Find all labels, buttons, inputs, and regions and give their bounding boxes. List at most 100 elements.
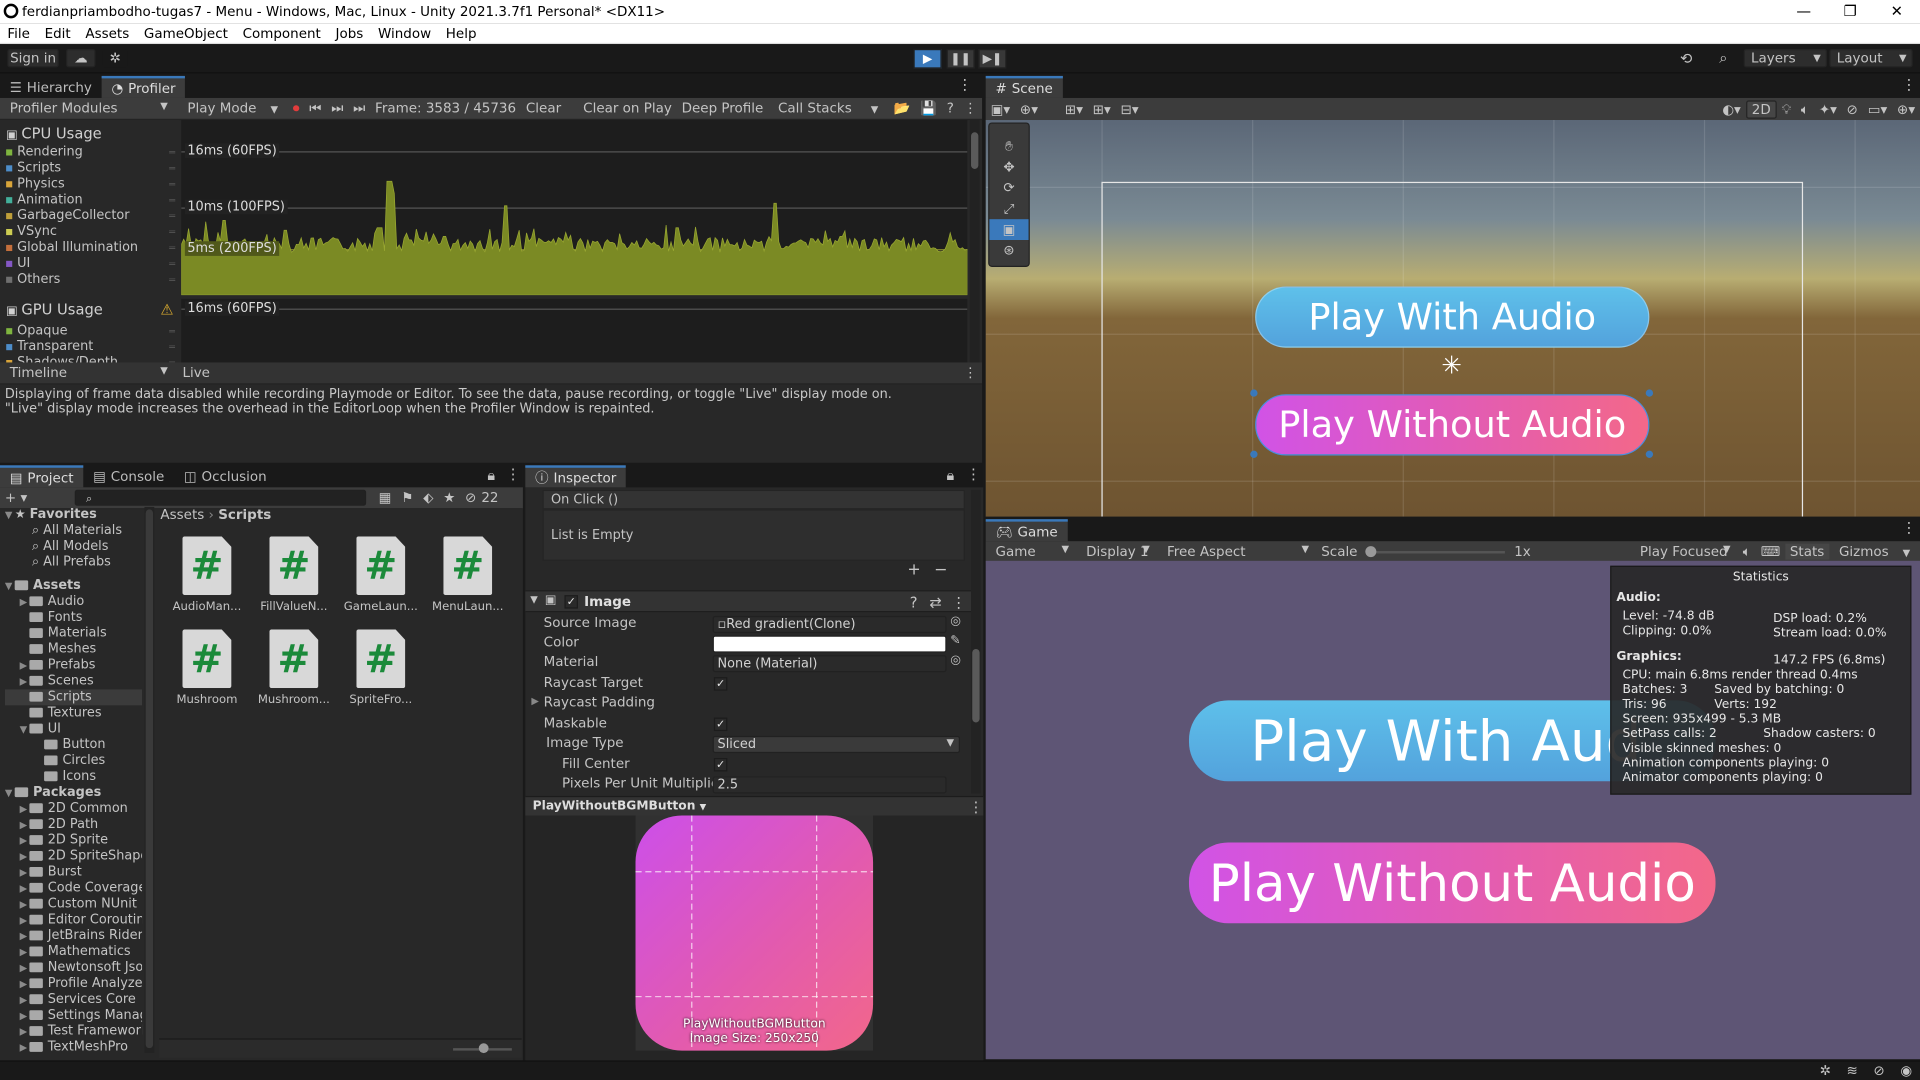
- help-icon[interactable]: ?: [910, 594, 918, 611]
- more-menu-icon[interactable]: ⋮: [1902, 519, 1917, 536]
- more-menu-icon[interactable]: ⋮: [506, 465, 521, 482]
- property-field[interactable]: Sliced: [712, 735, 961, 754]
- tree-package[interactable]: ▶ Mathematics: [5, 944, 142, 960]
- tree-folder-fonts[interactable]: Fonts: [5, 610, 142, 626]
- script-asset-icon[interactable]: #: [182, 536, 232, 596]
- color-picker-icon[interactable]: ✎: [950, 634, 960, 647]
- image-component-header[interactable]: ▼ ▣ ✓ Image ? ⇄ ⋮: [525, 590, 972, 613]
- remove-event-button[interactable]: −: [934, 561, 947, 579]
- tree-folder-circles[interactable]: Circles: [5, 753, 142, 769]
- play-button[interactable]: ▶: [913, 48, 942, 69]
- tree-package[interactable]: ▶ Burst: [5, 864, 142, 880]
- tree-folder-audio[interactable]: ▶ Audio: [5, 594, 142, 610]
- menu-file[interactable]: File: [0, 25, 37, 41]
- project-search-input[interactable]: ⌕: [75, 489, 367, 506]
- script-asset-icon[interactable]: #: [182, 629, 232, 689]
- scene-viewport[interactable]: ✋︎ ✥ ⟳ ⤢ ▣ ⊛ Play With Audio Play Withou…: [985, 120, 1920, 517]
- profiler-category[interactable]: Others ═: [6, 272, 175, 288]
- clear-button[interactable]: Clear: [521, 100, 566, 116]
- rect-handle[interactable]: [1250, 389, 1258, 397]
- property-checkbox[interactable]: ✓: [713, 757, 728, 772]
- scale-slider[interactable]: [1362, 544, 1509, 559]
- collab-icon[interactable]: ✲: [102, 48, 128, 68]
- menu-jobs[interactable]: Jobs: [328, 25, 370, 41]
- drag-handle-icon[interactable]: ═: [169, 224, 175, 240]
- tab-inspector[interactable]: ⓘ Inspector: [525, 465, 627, 488]
- game-view-dropdown[interactable]: Game ▼: [986, 544, 1077, 560]
- record-button[interactable]: ⏺: [288, 100, 305, 117]
- tree-package[interactable]: ▶ Profile Analyzer: [5, 976, 142, 992]
- expand-arrow-icon[interactable]: ▶: [20, 817, 30, 833]
- expand-arrow-icon[interactable]: ▶: [20, 1008, 30, 1024]
- play-focused-dropdown[interactable]: Play Focused ▼: [1630, 544, 1738, 560]
- script-asset-icon[interactable]: #: [356, 629, 406, 689]
- profiler-category[interactable]: Shadows/Depth ═: [6, 355, 175, 363]
- expand-arrow-icon[interactable]: ▶: [20, 1024, 30, 1040]
- scene-play-with-audio-button[interactable]: Play With Audio: [1255, 286, 1650, 348]
- preset-icon[interactable]: ⇄: [929, 594, 941, 611]
- menu-component[interactable]: Component: [235, 25, 328, 41]
- profiler-modules-dropdown[interactable]: Profiler Modules ▼: [0, 100, 178, 116]
- display-dropdown[interactable]: Display 1 ▼: [1076, 544, 1157, 560]
- tree-folder-textures[interactable]: Textures: [5, 705, 142, 721]
- transform-tool-icon[interactable]: ⊛: [989, 240, 1028, 261]
- play-mode-dropdown[interactable]: Play Mode ▼: [178, 100, 288, 116]
- profiler-category[interactable]: Physics ═: [6, 176, 175, 192]
- object-picker-icon[interactable]: ◎: [950, 615, 961, 628]
- tree-scrollbar[interactable]: [144, 506, 155, 1054]
- tree-favorite-item[interactable]: ⌕ All Materials: [5, 523, 142, 539]
- tree-package[interactable]: ▶ Custom NUnit: [5, 896, 142, 912]
- shortcuts-icon[interactable]: ⌨︎: [1756, 544, 1785, 560]
- tab-profiler[interactable]: ◔ Profiler: [101, 75, 186, 98]
- grid-snap-icon[interactable]: ⊞▾: [1060, 102, 1088, 118]
- expand-arrow-icon[interactable]: ▶: [20, 1040, 30, 1056]
- last-frame-icon[interactable]: ⏭: [348, 100, 370, 117]
- expand-arrow-icon[interactable]: ▼: [20, 721, 30, 737]
- tab-hierarchy[interactable]: ☰ Hierarchy: [0, 76, 102, 98]
- hidden-count[interactable]: ⊘ 22: [460, 490, 508, 506]
- add-event-button[interactable]: +: [907, 561, 920, 579]
- tree-package[interactable]: ▶ 2D Sprite: [5, 833, 142, 849]
- inspector-scrollbar[interactable]: [971, 489, 981, 794]
- drag-handle-icon[interactable]: ═: [169, 144, 175, 160]
- tree-package[interactable]: ▶ 2D SpriteShape: [5, 849, 142, 865]
- more-menu-icon[interactable]: ⋮: [959, 365, 982, 381]
- maximize-button[interactable]: ❐: [1829, 0, 1871, 23]
- expand-arrow-icon[interactable]: ▶: [20, 849, 30, 865]
- load-icon[interactable]: 📂: [889, 100, 916, 116]
- rect-handle[interactable]: [1645, 389, 1654, 397]
- profiler-category[interactable]: Animation ═: [6, 192, 175, 208]
- expand-arrow-icon[interactable]: ▶: [20, 594, 30, 610]
- tab-console[interactable]: ▤ Console: [83, 465, 174, 487]
- menu-window[interactable]: Window: [371, 25, 439, 41]
- more-menu-icon[interactable]: ⋮: [951, 594, 966, 611]
- tree-folder-materials[interactable]: Materials: [5, 626, 142, 642]
- 2d-toggle[interactable]: 2D: [1745, 100, 1777, 119]
- stats-toggle[interactable]: Stats: [1784, 543, 1830, 560]
- script-asset-label[interactable]: SpriteFro...: [343, 693, 419, 706]
- tree-folder-scripts[interactable]: Scripts: [4, 689, 143, 706]
- audio-icon[interactable]: 🔈︎: [1796, 101, 1814, 118]
- profiler-category[interactable]: Rendering ═: [6, 144, 175, 160]
- expand-arrow-icon[interactable]: ▶: [20, 928, 30, 944]
- expand-arrow-icon[interactable]: ▶: [20, 992, 30, 1008]
- script-asset-icon[interactable]: #: [356, 536, 406, 596]
- profiler-category[interactable]: Transparent ═: [6, 339, 175, 355]
- save-icon[interactable]: 💾: [915, 100, 942, 116]
- more-menu-icon[interactable]: ⋮: [969, 798, 984, 815]
- history-icon[interactable]: ⟲: [1680, 50, 1692, 67]
- expand-arrow-icon[interactable]: ▶: [20, 976, 30, 992]
- filter-type-icon[interactable]: ▦: [374, 490, 397, 506]
- drag-handle-icon[interactable]: ═: [169, 272, 175, 288]
- cloud-icon[interactable]: ☁: [66, 48, 96, 68]
- expand-arrow-icon[interactable]: ▶: [20, 833, 30, 849]
- profiler-category[interactable]: Global Illumination ═: [6, 240, 175, 256]
- tree-package[interactable]: ▶ Services Core: [5, 992, 142, 1008]
- expand-arrow-icon[interactable]: ▶: [20, 944, 30, 960]
- expand-arrow-icon[interactable]: ▶: [20, 896, 30, 912]
- tree-package[interactable]: ▶ Newtonsoft Json: [5, 960, 142, 976]
- filter-label-icon[interactable]: ⚑: [396, 490, 418, 506]
- gizmos-icon[interactable]: ⊕▾: [1892, 102, 1920, 118]
- scene-play-without-audio-button[interactable]: Play Without Audio: [1255, 394, 1650, 456]
- drag-handle-icon[interactable]: ═: [169, 339, 175, 355]
